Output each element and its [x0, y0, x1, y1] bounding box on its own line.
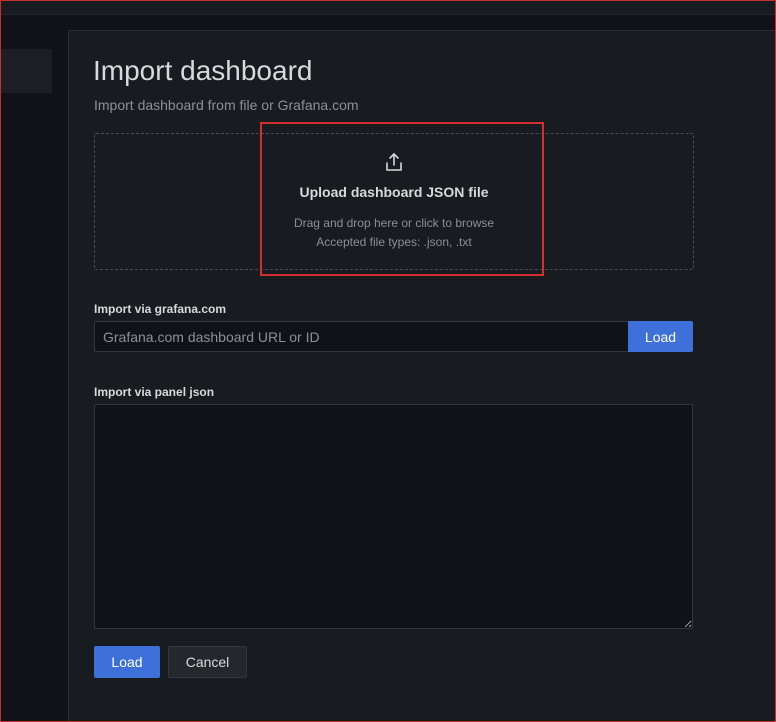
sidebar-item[interactable] — [1, 49, 52, 93]
cancel-button[interactable]: Cancel — [168, 646, 247, 678]
panel-json-textarea[interactable] — [94, 404, 693, 629]
upload-icon — [386, 153, 402, 171]
top-bar — [1, 1, 775, 15]
upload-title: Upload dashboard JSON file — [299, 184, 489, 200]
accepted-file-types: Accepted file types: .json, .txt — [316, 235, 472, 249]
upload-hint: Drag and drop here or click to browse — [293, 216, 495, 230]
grafana-url-input[interactable] — [94, 321, 628, 352]
page-subtitle: Import dashboard from file or Grafana.co… — [94, 97, 359, 113]
panel-json-label: Import via panel json — [94, 385, 215, 399]
load-button[interactable]: Load — [94, 646, 160, 678]
grafana-import-label: Import via grafana.com — [94, 302, 227, 316]
page-title: Import dashboard — [93, 55, 313, 86]
app-window: Import dashboard Import dashboard from f… — [0, 0, 776, 722]
grafana-load-button[interactable]: Load — [628, 321, 693, 352]
